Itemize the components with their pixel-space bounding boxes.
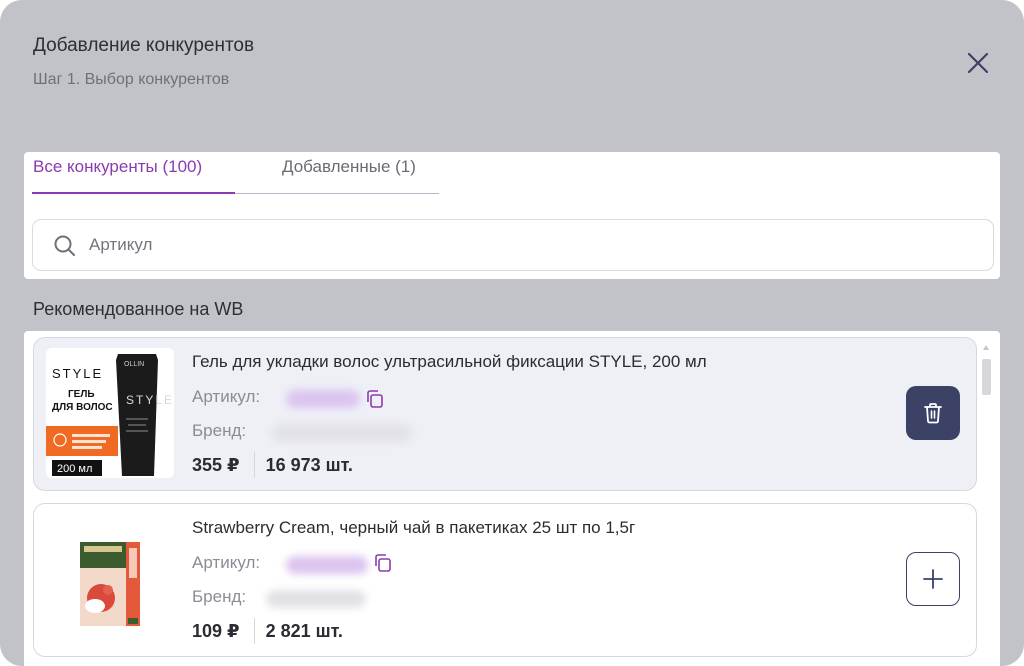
product-card[interactable]: Strawberry Cream, черный чай в пакетиках… [33,503,977,657]
scroll-up-arrow[interactable] [983,345,989,350]
product-image [46,514,174,644]
price-divider [253,452,255,478]
svg-text:ГЕЛЬ: ГЕЛЬ [68,389,95,400]
article-label: Артикул: [192,553,261,572]
svg-text:OLLIN: OLLIN [124,361,144,368]
modal-title: Добавление конкурентов [33,35,255,56]
search-field[interactable] [32,219,994,271]
add-competitor-button[interactable] [906,552,960,606]
search-input[interactable] [89,230,969,260]
quantity: 2 821 шт. [265,620,343,641]
product-image: STYLE ГЕЛЬ ДЛЯ ВОЛОС 200 мл OLLIN STYLE [46,348,174,478]
price: 355 ₽ [192,454,240,475]
product-list: STYLE ГЕЛЬ ДЛЯ ВОЛОС 200 мл OLLIN STYLE [24,331,1000,666]
price-divider [253,618,255,644]
scrollbar-thumb[interactable] [982,359,991,395]
svg-text:200 мл: 200 мл [57,463,92,475]
copy-icon[interactable] [364,388,386,410]
brand-value-blurred [266,590,366,608]
copy-icon[interactable] [372,552,394,574]
article-value-blurred [286,556,368,574]
search-icon [54,235,75,256]
add-competitors-modal: Добавление конкурентов Шаг 1. Выбор конк… [0,0,1024,666]
price-line: 355 ₽ 16 973 шт. [192,452,353,478]
price: 109 ₽ [192,620,240,641]
trash-icon [924,403,942,424]
close-icon [967,52,989,74]
brand-label: Бренд: [192,421,247,440]
product-name: Strawberry Cream, черный чай в пакетиках… [192,518,636,537]
price-line: 109 ₽ 2 821 шт. [192,618,343,644]
product-card[interactable]: STYLE ГЕЛЬ ДЛЯ ВОЛОС 200 мл OLLIN STYLE [33,337,977,491]
brand-value-blurred [272,424,412,442]
modal-subtitle: Шаг 1. Выбор конкурентов [33,71,230,88]
remove-competitor-button[interactable] [906,386,960,440]
active-tab-indicator [32,192,235,194]
thumb-brand-text: STYLE [52,366,103,381]
brand-label: Бренд: [192,587,247,606]
quantity: 16 973 шт. [265,454,353,475]
svg-text:ДЛЯ ВОЛОС: ДЛЯ ВОЛОС [52,402,113,413]
scrollbar[interactable] [980,345,992,665]
article-label: Артикул: [192,387,261,406]
section-title: Рекомендованное на WB [33,299,244,319]
article-value-blurred [286,390,360,408]
plus-icon [923,569,943,589]
tab-added-competitors[interactable]: Добавленные (1) [282,157,416,193]
search-panel: Все конкуренты (100) Добавленные (1) [24,152,1000,279]
product-name: Гель для укладки волос ультрасильной фик… [192,352,707,371]
tab-divider [235,193,439,194]
svg-text:STYLE: STYLE [126,393,174,407]
close-button[interactable] [962,47,994,79]
tab-all-competitors[interactable]: Все конкуренты (100) [33,157,235,193]
